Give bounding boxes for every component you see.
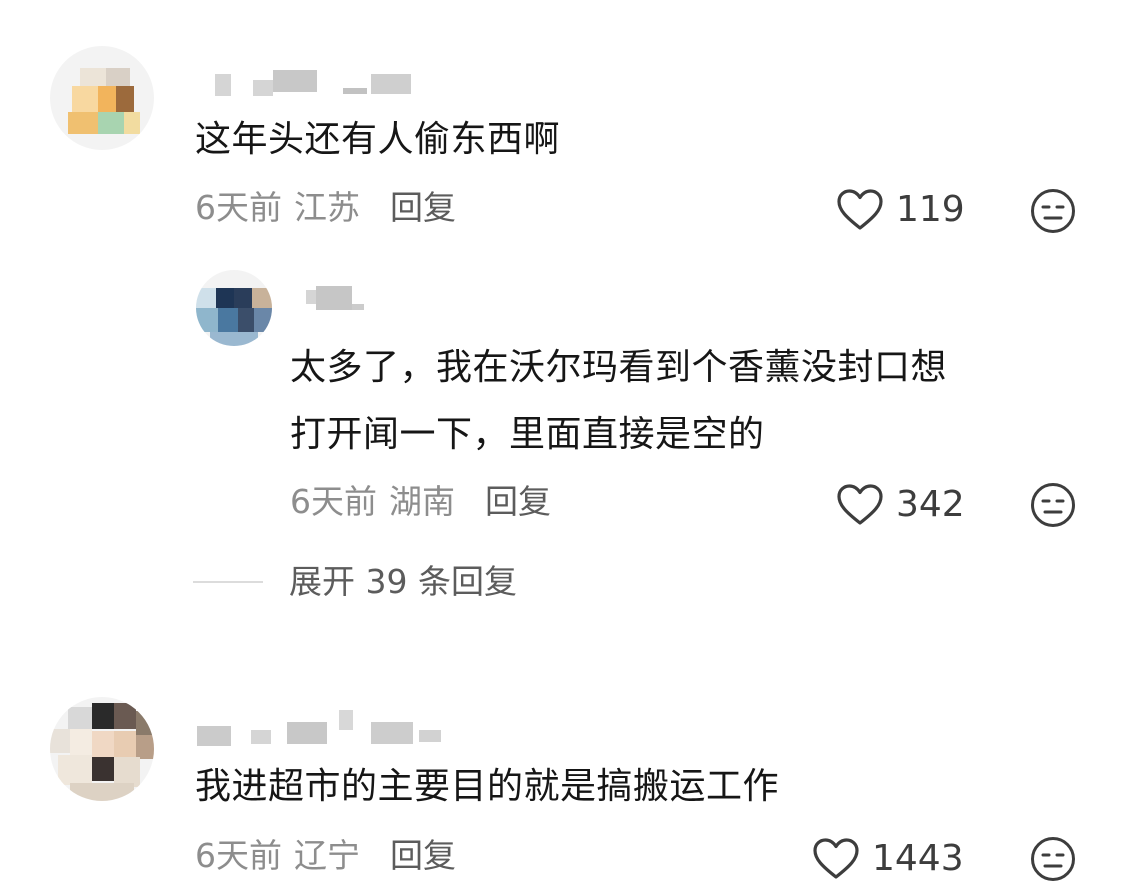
comment-meta: 6天前 辽宁 回复 (195, 836, 456, 876)
neutral-face-icon (1030, 189, 1076, 238)
reply-button[interactable]: 回复 (485, 482, 551, 521)
like-button[interactable]: 1443 (812, 835, 964, 883)
reply-text-line-1: 太多了，我在沃尔玛看到个香薰没封口想 (290, 347, 948, 388)
comment-time: 6天前 (195, 836, 282, 875)
like-button[interactable]: 119 (836, 186, 965, 234)
comment-time: 6天前 (195, 188, 282, 227)
neutral-face-icon (1030, 837, 1076, 886)
avatar[interactable] (50, 697, 154, 801)
reply-button[interactable]: 回复 (390, 188, 456, 227)
expand-replies-button[interactable]: 展开 39 条回复 (193, 562, 517, 602)
reply-meta: 6天前 湖南 回复 (290, 482, 551, 522)
heart-outline-icon (812, 837, 860, 881)
like-count: 1443 (872, 838, 964, 879)
username-blurred[interactable] (195, 710, 465, 746)
reply-time: 6天前 (290, 482, 377, 521)
like-count: 119 (896, 189, 965, 230)
reply-button[interactable]: 回复 (390, 836, 456, 875)
comment-location: 江苏 (294, 188, 360, 227)
dislike-button[interactable] (1030, 188, 1076, 238)
comment-text: 我进超市的主要目的就是搞搬运工作 (195, 766, 780, 807)
comment-location: 辽宁 (294, 836, 360, 875)
heart-outline-icon (836, 483, 884, 527)
avatar[interactable] (50, 46, 154, 150)
avatar[interactable] (196, 270, 272, 346)
comment-meta: 6天前 江苏 回复 (195, 188, 456, 228)
comment-text: 这年头还有人偷东西啊 (195, 119, 561, 160)
neutral-face-icon (1030, 483, 1076, 532)
reply-text-line-2: 打开闻一下，里面直接是空的 (290, 414, 765, 455)
reply-location: 湖南 (389, 482, 455, 521)
like-count: 342 (896, 484, 965, 525)
heart-outline-icon (836, 188, 884, 232)
dislike-button[interactable] (1030, 482, 1076, 532)
username-blurred[interactable] (290, 286, 390, 312)
expand-divider (193, 581, 263, 583)
expand-replies-label: 展开 39 条回复 (289, 562, 517, 601)
username-blurred[interactable] (195, 70, 435, 96)
dislike-button[interactable] (1030, 836, 1076, 886)
like-button[interactable]: 342 (836, 481, 965, 529)
